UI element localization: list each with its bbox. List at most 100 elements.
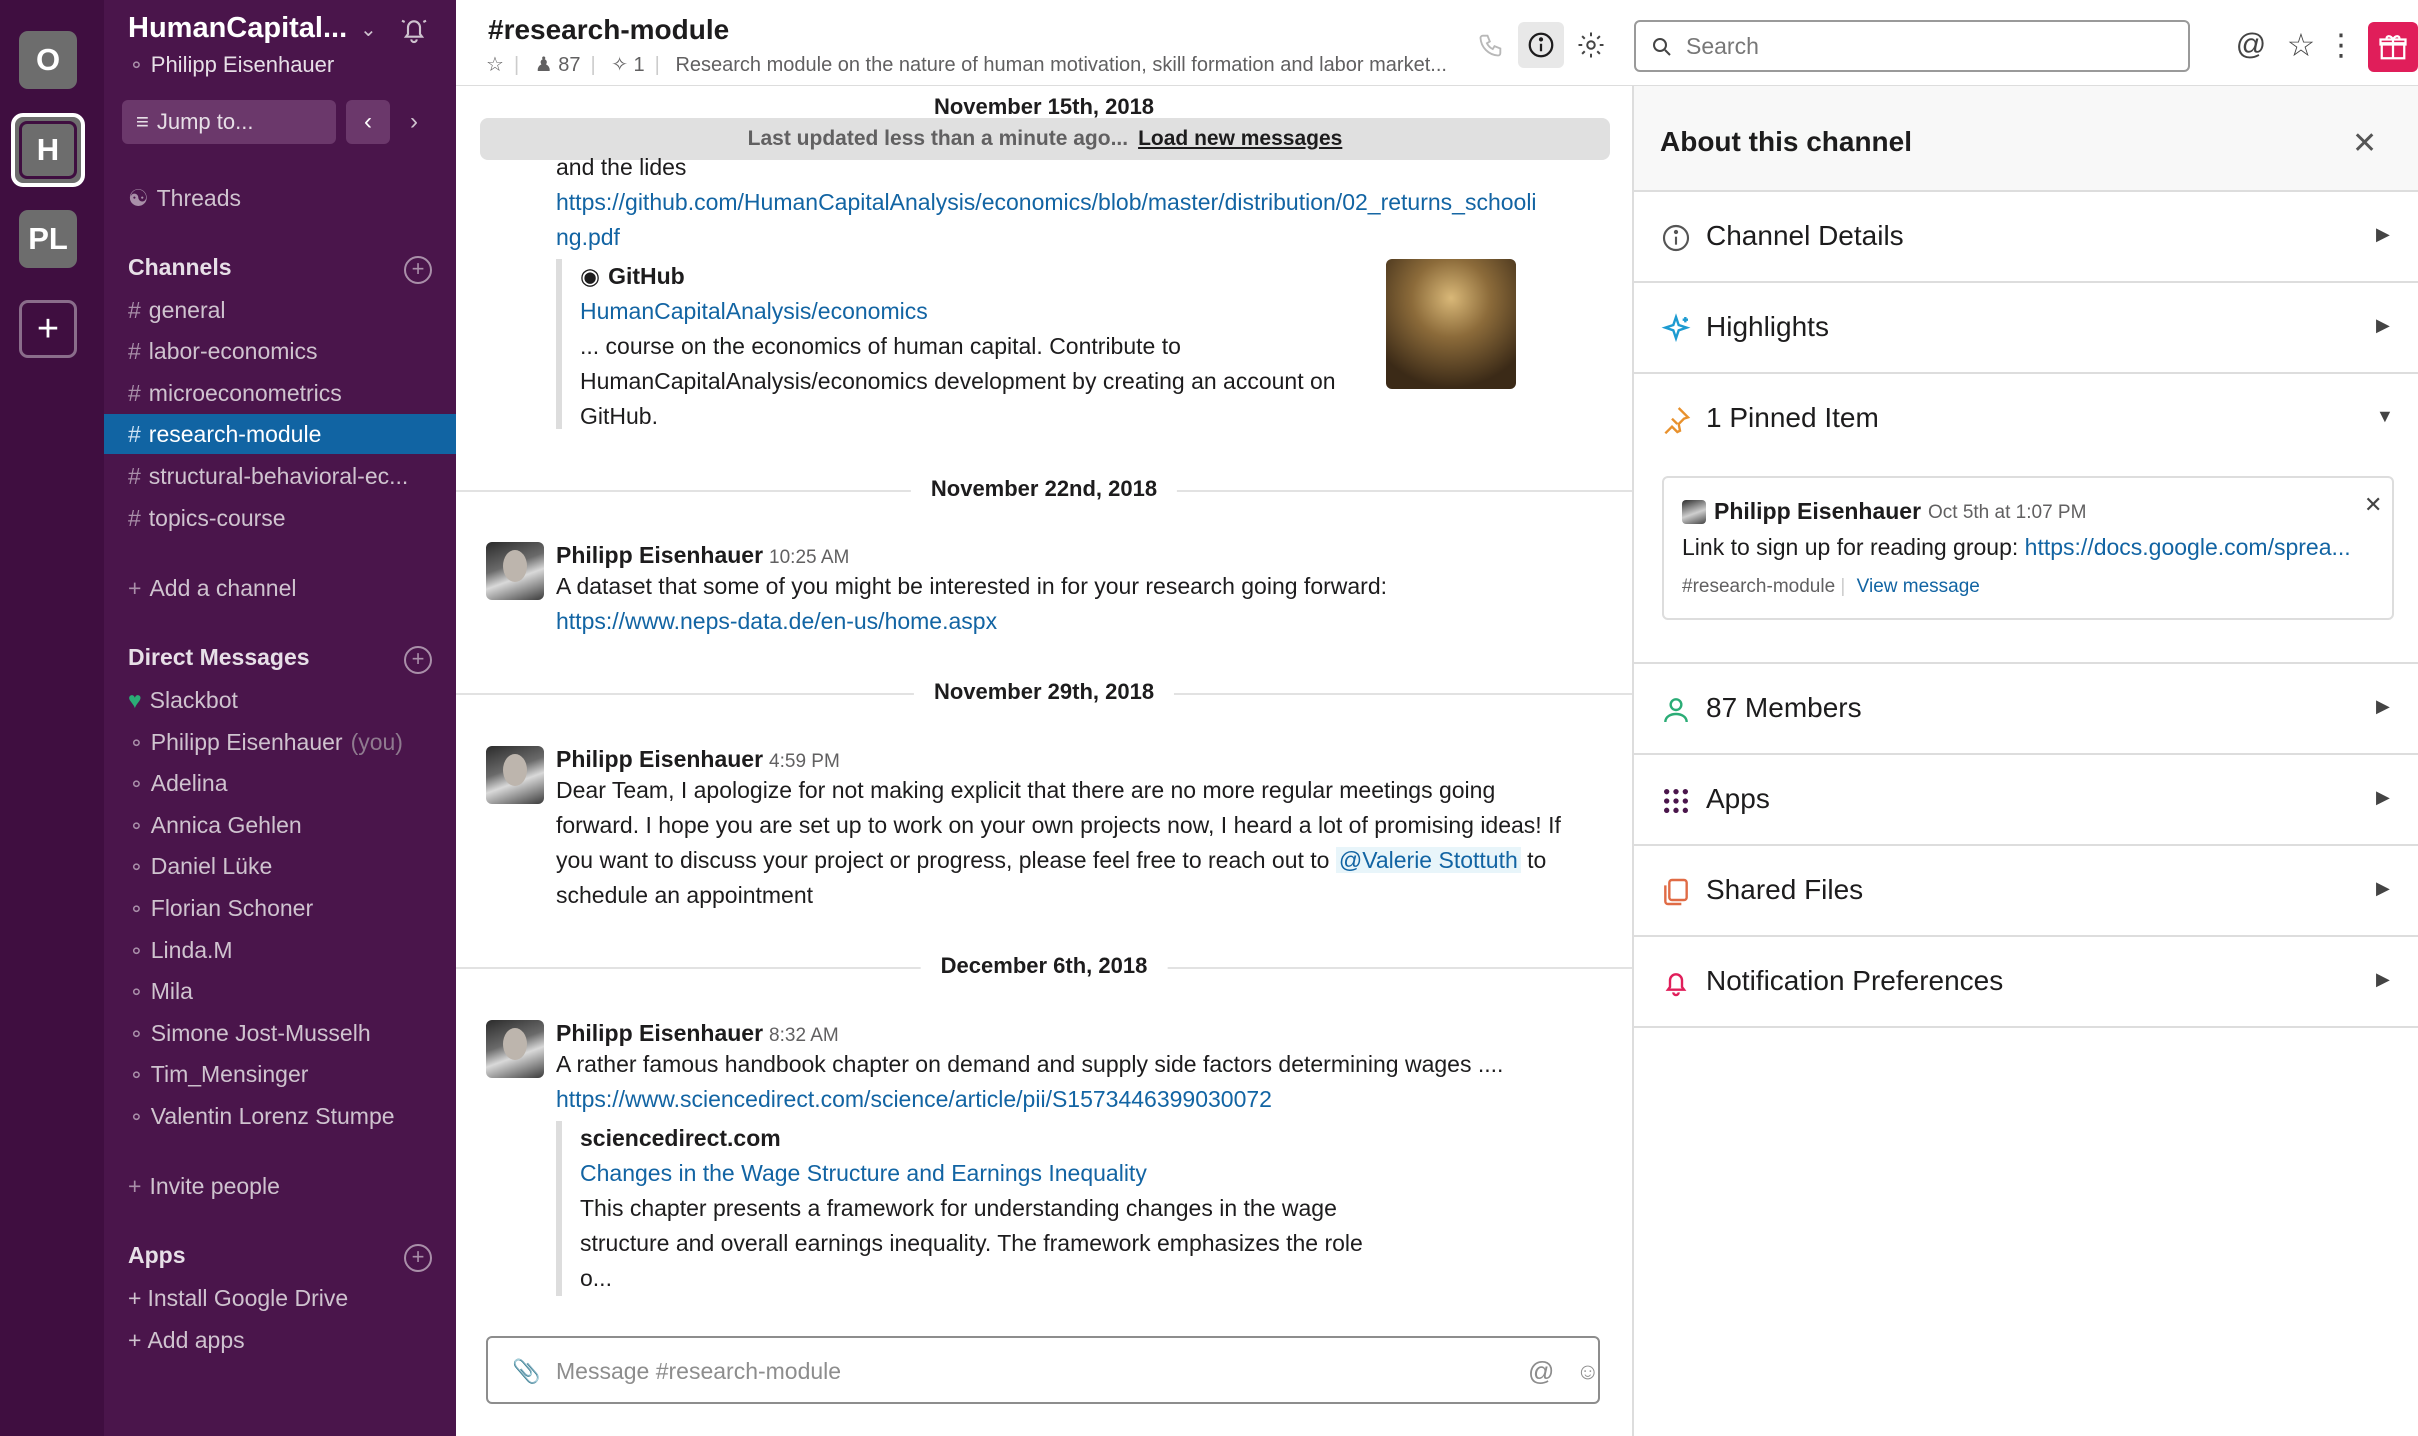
gift-icon[interactable] <box>2368 22 2418 72</box>
pins-count[interactable]: 1 <box>634 54 645 76</box>
sidebar-item-label: Slackbot <box>149 687 238 713</box>
members-icon[interactable]: ♟ <box>535 54 553 76</box>
channels-header[interactable]: Channels <box>128 254 232 281</box>
team-name[interactable]: HumanCapital... <box>128 12 347 45</box>
presence-icon: ⚬ <box>128 1107 145 1129</box>
load-new-messages-link[interactable]: Load new messages <box>1138 127 1342 150</box>
members-count[interactable]: 87 <box>558 54 580 76</box>
sidebar-item-slackbot[interactable]: ♥ Slackbot <box>104 680 456 720</box>
add-channel-button[interactable]: + Add a channel <box>104 568 456 608</box>
date-label: November 15th, 2018 <box>933 94 1155 119</box>
message-author[interactable]: Philipp Eisenhauer <box>556 542 763 568</box>
more-icon[interactable]: ⋮ <box>2318 22 2364 68</box>
message-link[interactable]: https://www.sciencedirect.com/science/ar… <box>556 1086 1272 1112</box>
attachment-icon[interactable]: 📎 <box>512 1358 541 1385</box>
message-timestamp[interactable]: 4:59 PM <box>769 751 840 772</box>
unpin-close-icon[interactable]: ✕ <box>2364 492 2382 518</box>
sidebar-item-dm[interactable]: ⚬ Tim_Mensinger <box>104 1054 456 1094</box>
link-preview: sciencedirect.com Changes in the Wage St… <box>556 1121 1416 1296</box>
panel-row-highlights[interactable]: Highlights ▶ <box>1634 283 2418 374</box>
workspace-h[interactable]: H <box>11 113 85 187</box>
gear-icon[interactable] <box>1568 22 1614 68</box>
notification-bell-icon[interactable] <box>398 14 430 46</box>
sidebar-item-labor-economics[interactable]: # labor-economics <box>104 331 456 371</box>
pinned-timestamp: Oct 5th at 1:07 PM <box>1928 502 2087 523</box>
date-divider: November 29th, 2018 <box>456 679 1632 705</box>
panel-row-notifications[interactable]: Notification Preferences ▶ <box>1634 937 2418 1028</box>
add-dm-icon[interactable]: + <box>404 646 432 674</box>
preview-site: ◉ GitHub <box>580 259 1516 294</box>
panel-row-shared-files[interactable]: Shared Files ▶ <box>1634 846 2418 937</box>
message-composer[interactable]: 📎 Message #research-module @ ☺ <box>486 1336 1600 1404</box>
preview-title-link[interactable]: Changes in the Wage Structure and Earnin… <box>580 1160 1147 1186</box>
preview-thumbnail[interactable] <box>1386 259 1516 389</box>
avatar[interactable] <box>486 746 544 804</box>
panel-row-apps[interactable]: Apps ▶ <box>1634 755 2418 846</box>
add-channel-icon[interactable]: + <box>404 256 432 284</box>
sidebar-item-structural-behavioral[interactable]: # structural-behavioral-ec... <box>104 456 456 496</box>
sidebar-item-dm[interactable]: ⚬ Mila <box>104 971 456 1011</box>
channel-info-icon[interactable] <box>1518 22 1564 68</box>
sidebar-item-dm[interactable]: ⚬ Simone Jost-Musselh <box>104 1013 456 1053</box>
sidebar-item-microeconometrics[interactable]: # microeconometrics <box>104 373 456 413</box>
chevron-down-icon[interactable]: ⌄ <box>360 17 377 42</box>
message-body: Philipp Eisenhauer 4:59 PM Dear Team, I a… <box>556 746 1606 913</box>
avatar[interactable] <box>486 1020 544 1078</box>
close-icon[interactable]: ✕ <box>2352 126 2377 161</box>
workspace-o[interactable]: O <box>19 31 77 89</box>
sidebar-item-dm[interactable]: ⚬ Florian Schoner <box>104 888 456 928</box>
sidebar-item-dm[interactable]: ⚬ Annica Gehlen <box>104 805 456 845</box>
sidebar-item-dm[interactable]: ⚬ Daniel Lüke <box>104 846 456 886</box>
message-author[interactable]: Philipp Eisenhauer <box>556 1020 763 1046</box>
mention-icon[interactable]: @ <box>1528 1356 1554 1387</box>
sidebar-item-research-module[interactable]: # research-module <box>104 414 456 454</box>
channel-title[interactable]: #research-module <box>488 14 729 46</box>
pinned-author[interactable]: Philipp Eisenhauer <box>1714 498 1921 525</box>
pin-icon[interactable]: ✧ <box>611 54 628 76</box>
pinned-item-card[interactable]: Philipp Eisenhauer Oct 5th at 1:07 PM ✕ … <box>1662 476 2394 620</box>
view-message-link[interactable]: View message <box>1857 576 1980 597</box>
preview-description: structure and overall earnings inequalit… <box>580 1230 1363 1256</box>
history-forward-button[interactable]: › <box>392 100 436 144</box>
sidebar-item-dm[interactable]: ⚬ Adelina <box>104 763 456 803</box>
add-apps-button[interactable]: + Add apps <box>104 1320 456 1360</box>
workspace-pl[interactable]: PL <box>19 210 77 268</box>
history-back-button[interactable]: ‹ <box>346 100 390 144</box>
pinned-channel[interactable]: #research-module <box>1682 576 1835 597</box>
sidebar-item-general[interactable]: # general <box>104 290 456 330</box>
star-icon[interactable]: ☆ <box>486 54 504 76</box>
sidebar-item-dm[interactable]: ⚬ Linda.M <box>104 930 456 970</box>
call-icon[interactable] <box>1468 22 1514 68</box>
info-icon <box>1662 224 1690 252</box>
message-link[interactable]: https://www.neps-data.de/en-us/home.aspx <box>556 608 997 634</box>
message-link[interactable]: https://github.com/HumanCapitalAnalysis/… <box>556 189 1537 215</box>
sidebar-item-dm-self[interactable]: ⚬ Philipp Eisenhauer (you) <box>104 722 456 762</box>
pinned-link[interactable]: https://docs.google.com/sprea... <box>2025 534 2351 560</box>
avatar[interactable] <box>486 542 544 600</box>
user-mention[interactable]: @Valerie Stottuth <box>1335 847 1521 873</box>
emoji-icon[interactable]: ☺ <box>1576 1358 1599 1385</box>
message-link-continued[interactable]: ng.pdf <box>556 224 620 250</box>
panel-row-channel-details[interactable]: Channel Details ▶ <box>1634 192 2418 283</box>
add-app-icon[interactable]: + <box>404 1244 432 1272</box>
message-timestamp[interactable]: 10:25 AM <box>769 547 849 568</box>
caret-right-icon: ▶ <box>2376 878 2390 898</box>
sidebar-item-dm[interactable]: ⚬ Valentin Lorenz Stumpe <box>104 1096 456 1136</box>
panel-row-members[interactable]: 87 Members ▶ <box>1634 664 2418 755</box>
message-author[interactable]: Philipp Eisenhauer <box>556 746 763 772</box>
sidebar-item-topics-course[interactable]: # topics-course <box>104 498 456 538</box>
channel-topic[interactable]: Research module on the nature of human m… <box>675 54 1447 76</box>
current-user[interactable]: ⚬ Philipp Eisenhauer <box>128 52 334 78</box>
apps-header[interactable]: Apps <box>128 1242 186 1269</box>
sidebar-item-threads[interactable]: ☯ Threads <box>104 178 456 218</box>
mentions-icon[interactable]: @ <box>2228 22 2274 68</box>
add-workspace-button[interactable]: + <box>19 300 77 358</box>
direct-messages-header[interactable]: Direct Messages <box>128 644 310 671</box>
message-timestamp[interactable]: 8:32 AM <box>769 1025 839 1046</box>
jump-to-button[interactable]: ≡ Jump to... <box>122 100 336 144</box>
preview-title-link[interactable]: HumanCapitalAnalysis/economics <box>580 298 928 324</box>
invite-people-button[interactable]: + Invite people <box>104 1166 456 1206</box>
message-list[interactable]: November 15th, 2018 Last updated less th… <box>456 86 1632 1348</box>
search-input[interactable]: Search <box>1634 20 2190 72</box>
install-google-drive-button[interactable]: + Install Google Drive <box>104 1278 456 1318</box>
